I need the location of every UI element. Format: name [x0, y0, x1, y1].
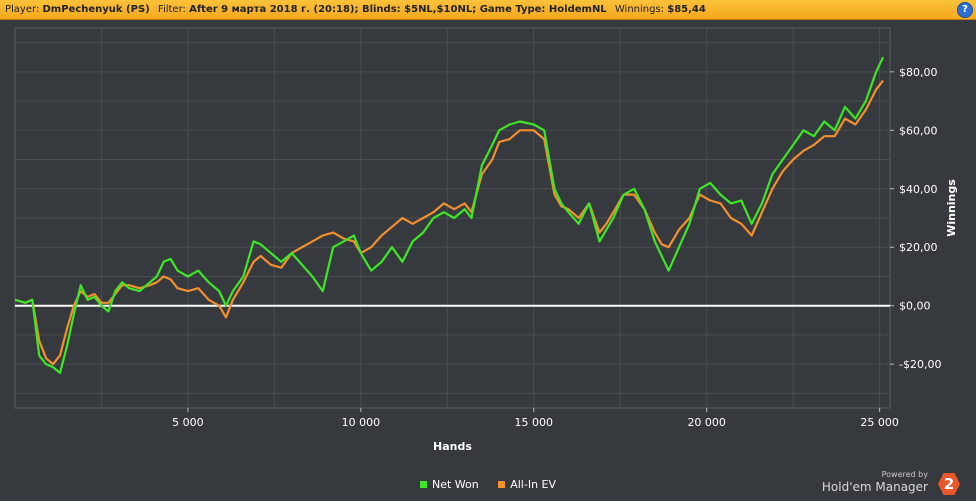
x-tick-label: 15 000 [515, 416, 554, 429]
y-tick-label: $40,00 [899, 183, 938, 196]
y-axis-title: Winnings [945, 179, 958, 237]
legend-item-net-won[interactable]: Net Won [419, 478, 479, 491]
filter-label: Filter: [157, 4, 186, 15]
winnings-label: Winnings: [614, 4, 665, 15]
x-tick-label: 10 000 [342, 416, 381, 429]
series-net-won [14, 56, 885, 374]
y-tick-label: $20,00 [899, 241, 938, 254]
legend-swatch-all-in-ev [498, 481, 506, 488]
filter-value: After 9 марта 2018 г. (20:18); Blinds: $… [189, 4, 607, 15]
filter-header-bar: Player: DmPechenyuk (PS) Filter: After 9… [0, 0, 976, 20]
x-tick-label: 20 000 [687, 416, 726, 429]
x-tick-label: 25 000 [860, 416, 899, 429]
product-name: Hold'em Manager [821, 480, 928, 494]
y-tick-label: $80,00 [899, 66, 938, 79]
question-icon[interactable]: ? [957, 2, 973, 18]
legend-label-all-in-ev: All-In EV [510, 478, 557, 491]
winnings-value: $85,44 [667, 4, 706, 15]
branding: Powered by Hold'em Manager 2 [808, 470, 968, 496]
y-axis-ticks: -$20,00 $0,00 $20,00 $40,00 $60,00 $80,00 [890, 66, 941, 371]
winnings-chart: 5 000 10 000 15 000 20 000 25 000 -$20,00 $0,… [14, 27, 958, 453]
player-label: Player: [5, 4, 40, 15]
series-group [14, 56, 885, 374]
legend-swatch-net-won [419, 481, 427, 488]
y-tick-label: $60,00 [899, 124, 938, 137]
legend-item-all-in-ev[interactable]: All-In EV [498, 478, 556, 491]
y-tick-label: -$20,00 [899, 358, 941, 371]
x-axis-ticks: 5 000 10 000 15 000 20 000 25 000 [172, 408, 899, 429]
player-value: DmPechenyuk (PS) [42, 4, 150, 15]
legend-label-net-won: Net Won [431, 478, 479, 491]
hm2-logo: 2 [938, 473, 960, 495]
powered-by-text: Powered by [881, 470, 928, 479]
x-tick-label: 5 000 [172, 416, 204, 429]
y-tick-label: $0,00 [899, 300, 931, 313]
x-axis-title: Hands [433, 440, 472, 453]
